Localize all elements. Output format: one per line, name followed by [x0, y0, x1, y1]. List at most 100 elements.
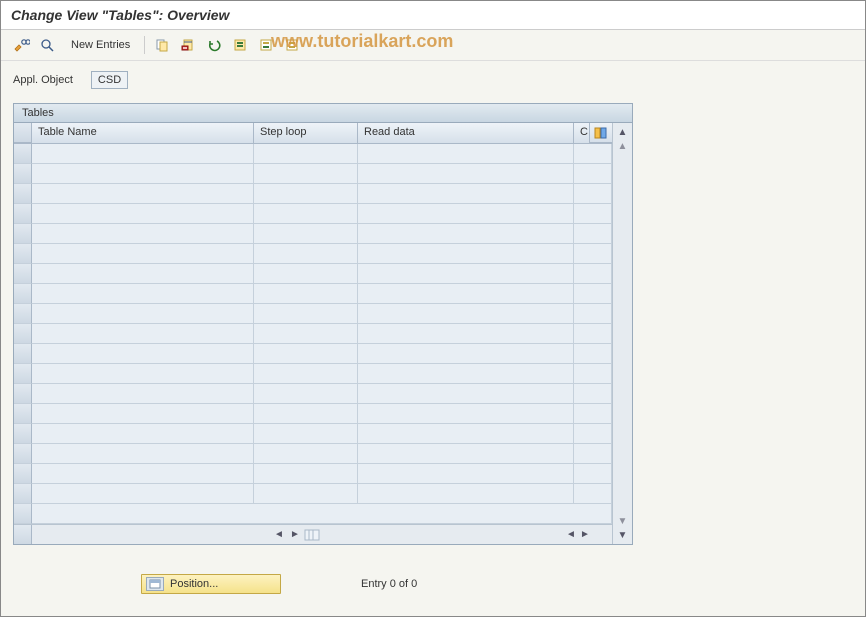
grid-cell[interactable]: [574, 364, 612, 384]
deselect-all-button[interactable]: [281, 34, 303, 56]
copy-button[interactable]: [151, 34, 173, 56]
grid-cell[interactable]: [574, 224, 612, 244]
scroll-left-button[interactable]: ◄: [272, 528, 286, 542]
grid-cell[interactable]: [254, 304, 358, 324]
grid-cell[interactable]: [358, 264, 574, 284]
grid-cell[interactable]: [254, 184, 358, 204]
grid-cell[interactable]: [574, 404, 612, 424]
grid-cell[interactable]: [358, 164, 574, 184]
grid-cell[interactable]: [254, 264, 358, 284]
new-entries-button[interactable]: New Entries: [63, 37, 138, 53]
row-selector[interactable]: [14, 324, 32, 344]
grid-cell[interactable]: [358, 464, 574, 484]
grid-cell[interactable]: [254, 364, 358, 384]
row-selector[interactable]: [14, 484, 32, 504]
grid-cell[interactable]: [254, 424, 358, 444]
grid-cell[interactable]: [358, 304, 574, 324]
grid-cell[interactable]: [32, 244, 254, 264]
position-button[interactable]: Position...: [141, 574, 281, 594]
grid-cell[interactable]: [254, 144, 358, 164]
row-selector[interactable]: [14, 364, 32, 384]
grid-cell[interactable]: [574, 444, 612, 464]
scroll-up2-button[interactable]: ▲: [616, 139, 630, 153]
grid-cell[interactable]: [32, 204, 254, 224]
grid-cell-spanning[interactable]: [32, 504, 612, 524]
grid-cell[interactable]: [358, 484, 574, 504]
grid-cell[interactable]: [32, 144, 254, 164]
scroll-left2-button[interactable]: ◄: [564, 528, 578, 542]
row-selector-header[interactable]: [14, 123, 32, 143]
select-all-button[interactable]: [229, 34, 251, 56]
row-selector[interactable]: [14, 504, 32, 524]
grid-cell[interactable]: [254, 484, 358, 504]
grid-cell[interactable]: [32, 344, 254, 364]
grid-cell[interactable]: [574, 244, 612, 264]
grid-cell[interactable]: [32, 384, 254, 404]
grid-cell[interactable]: [574, 484, 612, 504]
find-button[interactable]: [37, 34, 59, 56]
scroll-right2-button[interactable]: ►: [578, 528, 592, 542]
grid-cell[interactable]: [574, 184, 612, 204]
scroll-down2-button[interactable]: ▼: [616, 514, 630, 528]
grid-cell[interactable]: [254, 204, 358, 224]
grid-cell[interactable]: [358, 364, 574, 384]
grid-cell[interactable]: [254, 384, 358, 404]
grid-cell[interactable]: [574, 324, 612, 344]
row-selector[interactable]: [14, 344, 32, 364]
row-selector[interactable]: [14, 184, 32, 204]
delete-button[interactable]: [177, 34, 199, 56]
grid-cell[interactable]: [32, 224, 254, 244]
grid-cell[interactable]: [32, 404, 254, 424]
row-selector[interactable]: [14, 224, 32, 244]
row-selector[interactable]: [14, 244, 32, 264]
grid-cell[interactable]: [32, 444, 254, 464]
undo-button[interactable]: [203, 34, 225, 56]
select-block-button[interactable]: [255, 34, 277, 56]
row-selector[interactable]: [14, 304, 32, 324]
grid-cell[interactable]: [574, 164, 612, 184]
grid-cell[interactable]: [358, 404, 574, 424]
col-header-read-data[interactable]: Read data: [358, 123, 574, 143]
grid-cell[interactable]: [32, 184, 254, 204]
grid-cell[interactable]: [32, 324, 254, 344]
column-config-icon[interactable]: [304, 529, 320, 541]
grid-cell[interactable]: [32, 164, 254, 184]
grid-cell[interactable]: [32, 364, 254, 384]
grid-cell[interactable]: [254, 244, 358, 264]
grid-cell[interactable]: [254, 224, 358, 244]
row-selector[interactable]: [14, 384, 32, 404]
grid-cell[interactable]: [574, 284, 612, 304]
col-header-step-loop[interactable]: Step loop: [254, 123, 358, 143]
grid-cell[interactable]: [254, 344, 358, 364]
grid-cell[interactable]: [574, 144, 612, 164]
grid-cell[interactable]: [358, 144, 574, 164]
grid-cell[interactable]: [358, 424, 574, 444]
grid-cell[interactable]: [574, 344, 612, 364]
grid-cell[interactable]: [254, 444, 358, 464]
row-selector[interactable]: [14, 164, 32, 184]
row-selector[interactable]: [14, 264, 32, 284]
grid-cell[interactable]: [358, 324, 574, 344]
toggle-display-change-button[interactable]: [11, 34, 33, 56]
grid-cell[interactable]: [32, 464, 254, 484]
grid-cell[interactable]: [574, 424, 612, 444]
row-selector[interactable]: [14, 464, 32, 484]
grid-cell[interactable]: [358, 204, 574, 224]
grid-cell[interactable]: [574, 384, 612, 404]
grid-cell[interactable]: [358, 384, 574, 404]
vertical-scrollbar[interactable]: ▲ ▲ ▼ ▼: [612, 123, 632, 544]
grid-cell[interactable]: [32, 484, 254, 504]
row-selector[interactable]: [14, 424, 32, 444]
col-header-table-name[interactable]: Table Name: [32, 123, 254, 143]
grid-cell[interactable]: [32, 264, 254, 284]
grid-cell[interactable]: [32, 284, 254, 304]
grid-cell[interactable]: [254, 464, 358, 484]
col-header-c[interactable]: C: [574, 123, 590, 143]
grid-cell[interactable]: [358, 344, 574, 364]
scroll-up-button[interactable]: ▲: [616, 125, 630, 139]
grid-cell[interactable]: [32, 424, 254, 444]
grid-cell[interactable]: [254, 324, 358, 344]
grid-cell[interactable]: [358, 284, 574, 304]
grid-cell[interactable]: [574, 304, 612, 324]
row-selector[interactable]: [14, 444, 32, 464]
